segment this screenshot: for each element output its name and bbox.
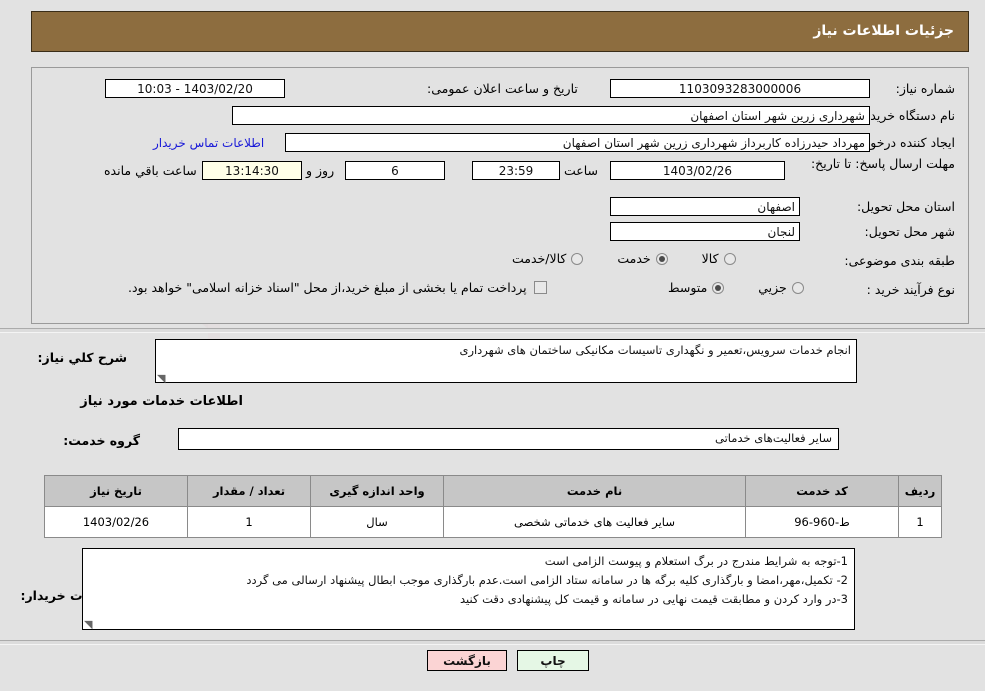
response-deadline-label: مهلت ارسال پاسخ: تا تاریخ: — [810, 156, 955, 171]
remaining-days-value: 6 — [345, 161, 445, 180]
treasury-docs-checkbox[interactable] — [533, 281, 547, 294]
textarea-resize-handle-icon[interactable]: ◤ — [157, 372, 165, 385]
services-table-wrapper: ردیف کد خدمت نام خدمت واحد اندازه گیری تعداد… — [44, 475, 942, 538]
subject-category-option-2[interactable]: کالا/خدمت — [512, 251, 584, 266]
need-number-label: شماره نیاز: — [895, 81, 955, 96]
treasury-docs-checkbox-row[interactable]: پرداخت تمام یا بخشی از مبلغ خرید،از محل … — [128, 280, 547, 295]
announcement-datetime-label: تاریخ و ساعت اعلان عمومی: — [427, 81, 578, 96]
table-col-header-5: تاریخ نیاز — [44, 475, 188, 507]
buyer-contact-link[interactable]: اطلاعات تماس خریدار — [153, 136, 264, 150]
service-group-value: سایر فعالیت‌های خدماتی — [178, 428, 839, 450]
table-col-header-1: کد خدمت — [745, 475, 899, 507]
subject-category-label-1: خدمت — [617, 251, 651, 266]
table-col-header-0: ردیف — [898, 475, 942, 507]
delivery-city-label: شهر محل تحویل: — [864, 224, 955, 239]
table-cell-row-no: 1 — [898, 506, 942, 538]
remaining-hours-label: ساعت باقي مانده — [104, 163, 197, 178]
purchase-process-label-1: متوسط — [668, 280, 708, 295]
purchase-process-radio-group[interactable]: جزیي متوسط — [668, 280, 804, 295]
table-header-row: ردیف کد خدمت نام خدمت واحد اندازه گیری تعداد… — [44, 475, 942, 507]
footer-divider — [0, 640, 985, 645]
purchase-process-label-0: جزیي — [758, 280, 787, 295]
service-group-label: گروه خدمت: — [63, 433, 140, 448]
buyer-org-value: شهرداری زرین شهر استان اصفهان — [232, 106, 870, 125]
subject-category-label-0: کالا — [701, 251, 719, 266]
table-cell-service-name: سایر فعالیت های خدماتی شخصی — [443, 506, 746, 538]
page-header-bar: جزئیات اطلاعات نیاز — [31, 11, 969, 52]
subject-category-radio-2[interactable] — [571, 252, 584, 265]
need-info-panel: شماره نیاز: 1103093283000006 تاریخ و ساع… — [31, 67, 969, 324]
announcement-datetime-value: 1403/02/20 - 10:03 — [105, 79, 285, 98]
subject-category-label: طبقه بندی موضوعی: — [844, 253, 955, 268]
purchase-process-radio-1[interactable] — [712, 281, 725, 294]
deadline-time-value: 23:59 — [472, 161, 560, 180]
purchase-process-radio-0[interactable] — [791, 281, 804, 294]
page-title: جزئیات اطلاعات نیاز — [813, 23, 954, 39]
countdown-value: 13:14:30 — [202, 161, 302, 180]
need-description-value: انجام خدمات سرویس،تعمیر و نگهداری تاسیسا… — [155, 339, 857, 383]
table-col-header-2: نام خدمت — [443, 475, 746, 507]
buyer-note-line-1: 2- تکمیل،مهر،امضا و بارگذاری کلیه برگه ه… — [246, 573, 848, 587]
buyer-org-label: نام دستگاه خریدار: — [856, 108, 955, 123]
subject-category-option-0[interactable]: کالا — [702, 251, 736, 266]
back-button[interactable]: بازگشت — [427, 650, 507, 671]
hour-label: ساعت — [564, 163, 599, 178]
subject-category-radio-group[interactable]: کالا خدمت کالا/خدمت — [512, 251, 736, 266]
buyer-note-line-2: 3-در وارد کردن و مطابقت قیمت نهایی در سا… — [460, 592, 848, 606]
notes-resize-handle-icon[interactable]: ◤ — [84, 618, 92, 631]
subject-category-label-2: کالا/خدمت — [512, 251, 567, 266]
deadline-date-value: 1403/02/26 — [610, 161, 785, 180]
table-col-header-4: تعداد / مقدار — [187, 475, 311, 507]
subject-category-radio-1[interactable] — [655, 252, 668, 265]
subject-category-option-1[interactable]: خدمت — [617, 251, 668, 266]
required-services-heading: اطلاعات خدمات مورد نیاز — [80, 394, 243, 409]
delivery-province-value: اصفهان — [610, 197, 800, 216]
purchase-process-label: نوع فرآیند خرید : — [866, 282, 955, 297]
table-body: 1 ط-960-96 سایر فعالیت های خدماتی شخصی سال 1… — [44, 506, 942, 538]
services-table: ردیف کد خدمت نام خدمت واحد اندازه گیری تعداد… — [44, 475, 942, 538]
table-cell-service-code: ط-960-96 — [745, 506, 899, 538]
buyer-note-line-0: 1-توجه به شرایط مندرج در برگ استعلام و پ… — [544, 554, 848, 568]
table-row: 1 ط-960-96 سایر فعالیت های خدماتی شخصی سال 1… — [44, 506, 942, 538]
purchase-process-option-1[interactable]: متوسط — [668, 280, 725, 295]
print-button[interactable]: چاپ — [517, 650, 589, 671]
need-description-label: شرح کلي نیاز: — [37, 350, 127, 365]
need-number-value: 1103093283000006 — [610, 79, 870, 98]
table-col-header-3: واحد اندازه گیری — [310, 475, 444, 507]
buyer-notes-value: 1-توجه به شرایط مندرج در برگ استعلام و پ… — [82, 548, 855, 630]
days-and-label: روز و — [306, 163, 335, 178]
subject-category-radio-0[interactable] — [723, 252, 736, 265]
table-cell-quantity: 1 — [187, 506, 311, 538]
table-cell-unit: سال — [310, 506, 444, 538]
request-creator-value: مهرداد حیدرزاده کاربرداز شهرداری زرین شه… — [285, 133, 870, 152]
treasury-docs-label: پرداخت تمام یا بخشی از مبلغ خرید،از محل … — [128, 280, 527, 295]
delivery-province-label: استان محل تحویل: — [856, 199, 955, 214]
table-cell-need-date: 1403/02/26 — [44, 506, 188, 538]
purchase-process-option-0[interactable]: جزیي — [758, 280, 804, 295]
delivery-city-value: لنجان — [610, 222, 800, 241]
need-description-section: شرح کلي نیاز: انجام خدمات سرویس،تعمیر و … — [0, 332, 985, 462]
